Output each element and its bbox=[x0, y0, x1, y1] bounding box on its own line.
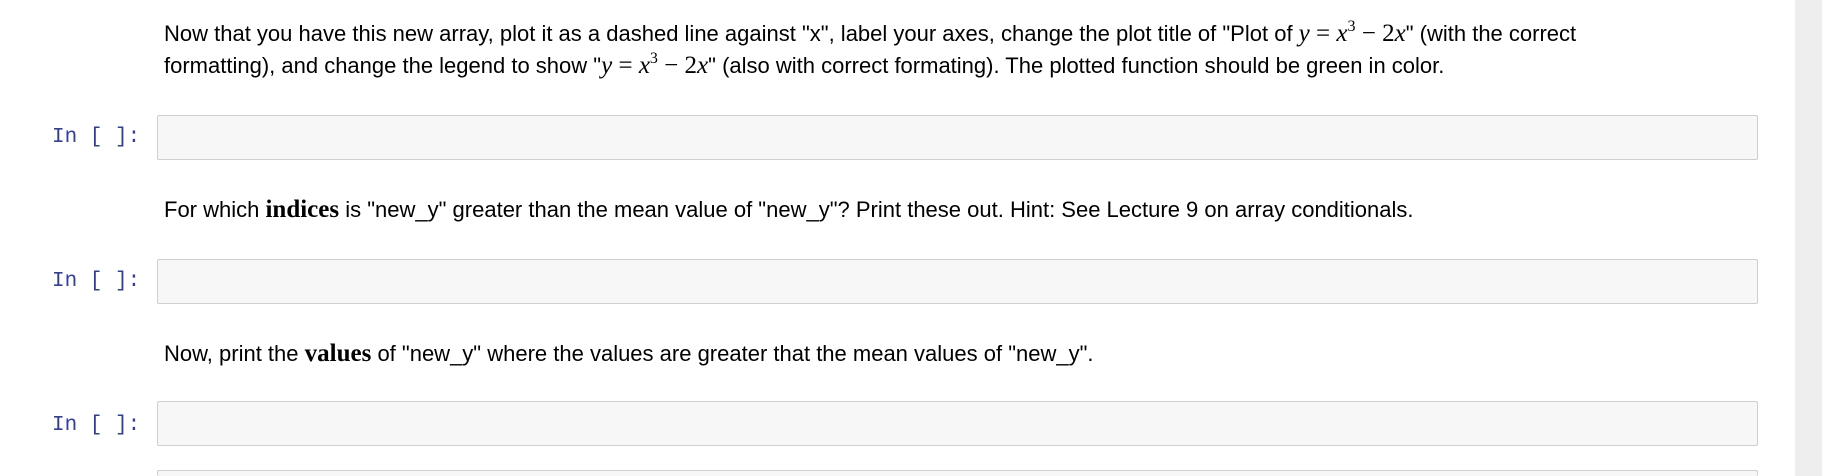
code-cell-input[interactable] bbox=[157, 115, 1758, 160]
math-var-x: x bbox=[1336, 20, 1348, 47]
code-cell-input-partial[interactable] bbox=[157, 470, 1758, 476]
math-var-y: y bbox=[601, 52, 613, 79]
math-minus-two: − 2 bbox=[657, 52, 698, 79]
bold-keyword-values: values bbox=[304, 340, 372, 367]
markdown-text: Now, print the bbox=[164, 341, 305, 366]
markdown-text: " (also with correct formating). The plo… bbox=[708, 53, 1445, 78]
math-var-y: y bbox=[1298, 20, 1310, 47]
code-cell-input[interactable] bbox=[157, 259, 1758, 304]
markdown-text: formatting), and change the legend to sh… bbox=[164, 53, 602, 78]
math-expression: y = x3 − 2x bbox=[1298, 18, 1406, 48]
input-prompt: In [ ]: bbox=[52, 270, 141, 293]
markdown-text: " (with the correct bbox=[1405, 21, 1577, 46]
input-prompt: In [ ]: bbox=[52, 126, 141, 149]
input-prompt: In [ ]: bbox=[52, 414, 141, 437]
scrollbar-gutter[interactable] bbox=[1795, 0, 1822, 476]
markdown-text: is "new_y" greater than the mean value o… bbox=[339, 197, 1414, 222]
math-expression: y = x3 − 2x bbox=[601, 50, 709, 80]
math-var-x: x bbox=[638, 52, 650, 79]
math-exponent: 3 bbox=[649, 50, 658, 67]
markdown-cell-values-question: Now, print the values of "new_y" where t… bbox=[164, 338, 1094, 370]
markdown-cell-indices-question: For which indices is "new_y" greater tha… bbox=[164, 194, 1414, 226]
markdown-text: of "new_y" where the values are greater … bbox=[371, 341, 1094, 366]
code-cell-input[interactable] bbox=[157, 401, 1758, 446]
math-equals: = bbox=[612, 52, 639, 79]
math-minus-two: − 2 bbox=[1355, 20, 1395, 47]
math-equals: = bbox=[1309, 20, 1337, 47]
markdown-text: Now that you have this new array, plot i… bbox=[164, 21, 1299, 46]
math-var-x: x bbox=[697, 52, 709, 79]
math-exponent: 3 bbox=[1347, 18, 1356, 35]
notebook-container: Now that you have this new array, plot i… bbox=[0, 0, 1795, 476]
markdown-cell-plot-instructions-line1: Now that you have this new array, plot i… bbox=[164, 18, 1576, 50]
bold-keyword-indices: indices bbox=[265, 196, 340, 223]
math-var-x: x bbox=[1394, 20, 1406, 47]
markdown-cell-plot-instructions-line2: formatting), and change the legend to sh… bbox=[164, 50, 1444, 82]
markdown-text: For which bbox=[164, 197, 266, 222]
